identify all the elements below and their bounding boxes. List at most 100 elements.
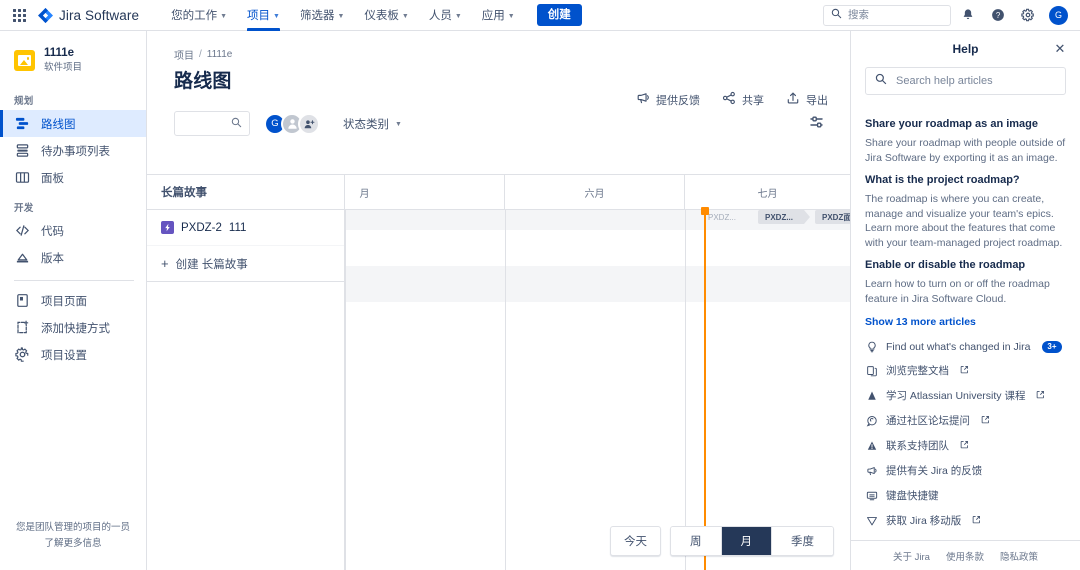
nav-item-people[interactable]: 人员 ▼ [419, 0, 472, 31]
roadmap-search-input[interactable] [182, 117, 231, 130]
nav-label: 人员 [428, 10, 452, 22]
nav-item-your-work[interactable]: 您的工作 ▼ [161, 0, 237, 31]
sidebar-item-project-pages[interactable]: 项目页面 [0, 287, 146, 314]
nav-item-apps[interactable]: 应用 ▼ [472, 0, 525, 31]
timeline-body: PXDZ... PXDZ... PXDZ面... [345, 207, 850, 570]
external-link-icon [1036, 390, 1045, 401]
external-link-icon [960, 365, 969, 376]
help-link-keyboard-shortcuts[interactable]: 键盘快捷键 [865, 483, 1066, 508]
settings-gear-icon[interactable] [1015, 2, 1041, 28]
create-epic-button[interactable]: + 创建 长篇故事 [147, 246, 344, 282]
sidebar-item-roadmap[interactable]: 路线图 [0, 110, 146, 137]
create-button[interactable]: 创建 [536, 4, 582, 26]
sidebar-section-dev: 开发 [14, 203, 34, 214]
sidebar-item-releases[interactable]: 版本 [0, 244, 146, 271]
scale-week-button[interactable]: 周 [671, 527, 722, 555]
sidebar-item-backlog[interactable]: 待办事项列表 [0, 137, 146, 164]
global-navigation: Jira Software 您的工作 ▼ 项目 ▼ 筛选器 ▼ 仪表板 ▼ 人员… [0, 0, 1080, 31]
brand-label: Jira Software [59, 7, 140, 23]
sidebar-item-add-shortcut[interactable]: 添加快捷方式 [0, 314, 146, 341]
avatar-add-people[interactable] [298, 112, 320, 135]
board-icon [14, 170, 30, 186]
version-chip[interactable]: PXDZ... [758, 210, 810, 224]
epic-column: 长篇故事 PXDZ-2 111 + 创建 长篇故事 [147, 175, 345, 570]
notifications-icon[interactable] [955, 2, 981, 28]
help-icon[interactable]: ? [985, 2, 1011, 28]
timeline-row-epic[interactable] [345, 230, 850, 266]
footer-terms-of-use[interactable]: 使用条款 [946, 549, 984, 563]
timeline-panel: 月 六月 七月 PXDZ... PXDZ... PXDZ [345, 175, 850, 570]
pages-icon [14, 293, 30, 309]
help-link-support[interactable]: 联系支持团队 [865, 433, 1066, 458]
help-panel-title: Help [952, 42, 979, 56]
help-article-title[interactable]: Share your roadmap as an image [865, 117, 1066, 132]
global-search[interactable] [823, 4, 951, 26]
view-settings-button[interactable] [804, 111, 830, 137]
jira-software-logo[interactable]: Jira Software [38, 7, 140, 23]
epic-key: PXDZ-2 [181, 221, 222, 234]
status-category-filter[interactable]: 状态类别 ▼ [337, 112, 408, 136]
primary-nav: 您的工作 ▼ 项目 ▼ 筛选器 ▼ 仪表板 ▼ 人员 ▼ 应用 ▼ 创建 [161, 0, 582, 31]
user-avatar[interactable]: G [1049, 5, 1068, 25]
project-name: 1111e [44, 47, 75, 59]
app-switcher-icon[interactable] [8, 0, 30, 31]
help-article-title[interactable]: What is the project roadmap? [865, 173, 1066, 188]
nav-label: 项目 [247, 10, 271, 22]
help-link-give-feedback[interactable]: 提供有关 Jira 的反馈 [865, 458, 1066, 483]
sidebar-item-board[interactable]: 面板 [0, 164, 146, 191]
breadcrumb: 项目 / 1111e [147, 31, 850, 62]
nav-item-dashboards[interactable]: 仪表板 ▼ [354, 0, 418, 31]
help-link-community[interactable]: 通过社区论坛提问 [865, 408, 1066, 433]
scale-quarter-button[interactable]: 季度 [772, 527, 833, 555]
sidebar-item-label: 项目页面 [41, 295, 87, 308]
create-epic-label: 创建 长篇故事 [175, 258, 248, 271]
help-article-title[interactable]: Enable or disable the roadmap [865, 258, 1066, 273]
nav-item-projects[interactable]: 项目 ▼ [237, 0, 290, 31]
sidebar-item-label: 待办事项列表 [41, 145, 110, 158]
version-chip[interactable]: PXDZ面... [815, 210, 850, 224]
project-header[interactable]: 1111e 软件项目 [0, 43, 146, 84]
chevron-down-icon: ▼ [395, 121, 402, 128]
chevron-down-icon: ▼ [454, 12, 462, 20]
footer-privacy-policy[interactable]: 隐私政策 [1000, 549, 1038, 563]
help-link-label: 键盘快捷键 [886, 490, 939, 502]
sidebar-item-label: 代码 [41, 225, 64, 238]
scale-month-button[interactable]: 月 [721, 527, 772, 555]
close-icon[interactable]: ✕ [1050, 39, 1070, 59]
global-nav-right: ? G [823, 2, 1072, 28]
community-icon [865, 415, 878, 427]
help-link-documentation[interactable]: 浏览完整文档 [865, 358, 1066, 383]
sidebar-item-code[interactable]: 代码 [0, 217, 146, 244]
sidebar-footer-learn-more[interactable]: 了解更多信息 [10, 536, 136, 552]
help-link-whats-changed[interactable]: Find out what's changed in Jira 3+ [865, 336, 1066, 358]
sidebar-item-project-settings[interactable]: 项目设置 [0, 341, 146, 368]
today-button[interactable]: 今天 [610, 526, 661, 556]
today-marker-knob [701, 207, 709, 215]
help-link-mobile-app[interactable]: 获取 Jira 移动版 [865, 508, 1066, 533]
help-link-university[interactable]: 学习 Atlassian University 课程 [865, 383, 1066, 408]
sidebar-item-label: 版本 [41, 252, 64, 265]
help-search[interactable] [865, 67, 1066, 95]
table-row[interactable]: PXDZ-2 111 [147, 210, 344, 246]
roadmap-grid: 长篇故事 PXDZ-2 111 + 创建 长篇故事 月 六月 七月 PXDZ..… [147, 174, 850, 570]
filter-label: 状态类别 [343, 118, 389, 131]
help-link-label: Find out what's changed in Jira [886, 341, 1031, 353]
sidebar-footer-text: 您是团队管理的项目的一员 [15, 522, 130, 533]
show-more-articles-link[interactable]: Show 13 more articles [865, 316, 1066, 328]
main-content: 项目 / 1111e 路线图 提供反馈 共享 导出 G 状态类别 ▼ 长篇故事 … [147, 31, 850, 570]
global-search-input[interactable] [848, 9, 943, 21]
footer-about-jira[interactable]: 关于 Jira [893, 549, 930, 563]
breadcrumb-project-name[interactable]: 1111e [207, 49, 233, 60]
roadmap-search[interactable] [174, 111, 250, 136]
nav-item-filters[interactable]: 筛选器 ▼ [290, 0, 354, 31]
chevron-down-icon: ▼ [273, 12, 280, 20]
page-title: 路线图 [174, 71, 232, 92]
settings-icon [14, 347, 30, 363]
sidebar-item-label: 路线图 [41, 118, 76, 131]
sidebar-footer: 您是团队管理的项目的一员 了解更多信息 [0, 520, 146, 570]
documents-icon [865, 365, 878, 377]
chevron-down-icon: ▼ [507, 12, 515, 20]
breadcrumb-projects[interactable]: 项目 [174, 47, 194, 62]
help-search-input[interactable] [894, 74, 1056, 88]
external-link-icon [981, 415, 990, 426]
